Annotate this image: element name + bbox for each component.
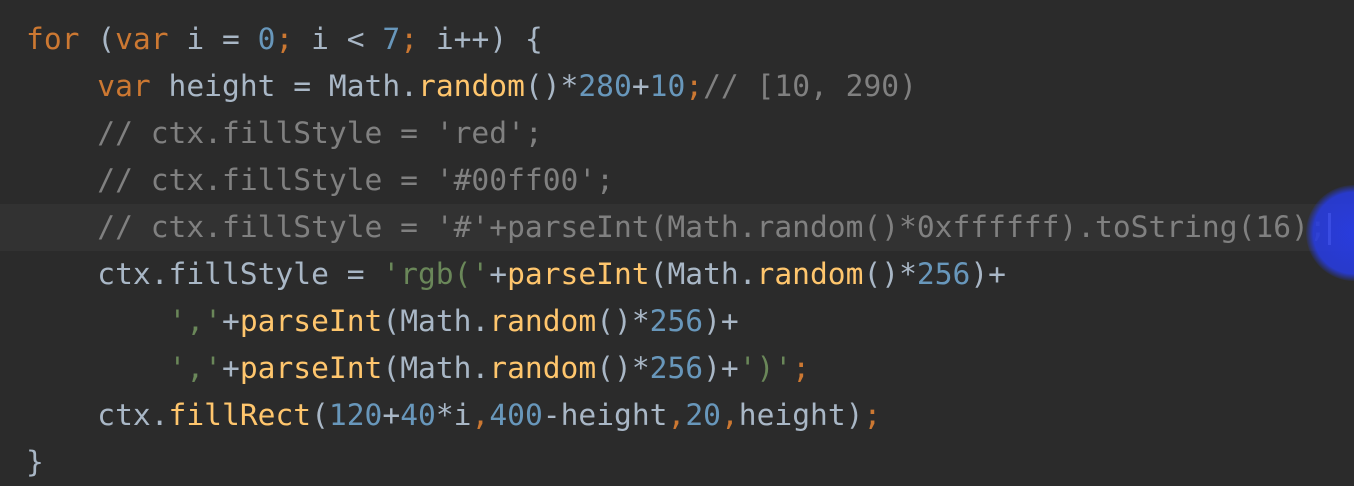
code-token: ; [863,398,882,432]
code-token: 256 [649,351,704,385]
code-token: -height [542,398,668,432]
code-token: random [418,69,525,103]
code-token: + [382,398,401,432]
code-line-4[interactable]: // ctx.fillStyle = '#00ff00'; [26,157,1354,204]
code-token: ')' [738,351,793,385]
code-token: )+ [703,304,739,338]
code-token: ; [400,22,419,56]
code-token: + [489,257,508,291]
code-line-7[interactable]: ','+parseInt(Math.random()*256)+ [26,298,1354,345]
code-token: 256 [916,257,971,291]
code-token: ( [79,22,116,56]
code-token: ',' [168,351,222,385]
code-token: ',' [168,304,222,338]
code-line-6[interactable]: ctx.fillStyle = 'rgb('+parseInt(Math.ran… [26,251,1354,298]
code-token: + [222,304,240,338]
code-token: i++) { [418,22,543,56]
code-token: // ctx.fillStyle = '#'+parseInt(Math.ran… [97,210,1327,244]
code-token: ()* [524,69,579,103]
code-token: random [756,257,864,291]
code-token: 20 [685,398,721,432]
code-token: 120 [328,398,383,432]
code-token: 400 [489,398,543,432]
code-token: ( [311,398,329,432]
code-token: (Math. [382,351,490,385]
code-token: ctx.fillStyle = [26,257,383,291]
code-area[interactable]: for (var i = 0; i < 7; i++) { var height… [0,16,1354,486]
code-token: for [26,22,80,56]
code-token: *i [435,398,472,432]
code-token: var [115,22,169,56]
code-token: 40 [400,398,436,432]
code-line-8[interactable]: ','+parseInt(Math.random()*256)+')'; [26,345,1354,392]
code-token: ; [792,351,811,385]
code-token: (Math. [382,304,490,338]
code-token: random [489,351,597,385]
code-token: ; [685,69,704,103]
code-editor[interactable]: for (var i = 0; i < 7; i++) { var height… [0,0,1354,486]
code-token: parseInt [507,257,650,291]
code-token: 256 [649,304,704,338]
code-token: // ctx.fillStyle = 'red'; [97,116,543,150]
code-token: , [720,398,739,432]
code-token: 7 [382,22,401,56]
code-line-1[interactable]: for (var i = 0; i < 7; i++) { [26,16,1354,63]
code-token: i < [293,22,383,56]
code-line-10[interactable]: } [26,439,1354,486]
code-token: } [26,445,44,479]
code-token: )+ [970,257,1006,291]
code-token: ctx. [26,398,169,432]
code-line-3[interactable]: // ctx.fillStyle = 'red'; [26,110,1354,157]
code-token: + [631,69,650,103]
code-token: )+ [703,351,739,385]
code-token: ()* [863,257,917,291]
code-token: fillRect [168,398,312,432]
code-token: + [222,351,240,385]
code-token: , [667,398,686,432]
code-token: random [489,304,597,338]
code-token: parseInt [239,351,383,385]
code-token: height) [738,398,864,432]
code-token: i = [168,22,258,56]
code-token: 0 [257,22,276,56]
code-line-2[interactable]: var height = Math.random()*280+10;// [10… [26,63,1354,110]
code-token: // ctx.fillStyle = '#00ff00'; [97,163,614,197]
code-token: (Math. [649,257,757,291]
code-line-5-current[interactable]: // ctx.fillStyle = '#'+parseInt(Math.ran… [0,204,1354,251]
code-token: , [471,398,490,432]
code-token: 10 [649,69,686,103]
code-token: 280 [578,69,632,103]
code-token: // [10, 290) [703,69,917,103]
code-token: height = Math. [150,69,418,103]
code-token: var [97,69,151,103]
code-line-9[interactable]: ctx.fillRect(120+40*i,400-height,20,heig… [26,392,1354,439]
code-token: parseInt [239,304,383,338]
code-token: 'rgb(' [382,257,490,291]
code-token: ; [275,22,294,56]
code-token: ()* [596,304,650,338]
code-token: ()* [596,351,650,385]
